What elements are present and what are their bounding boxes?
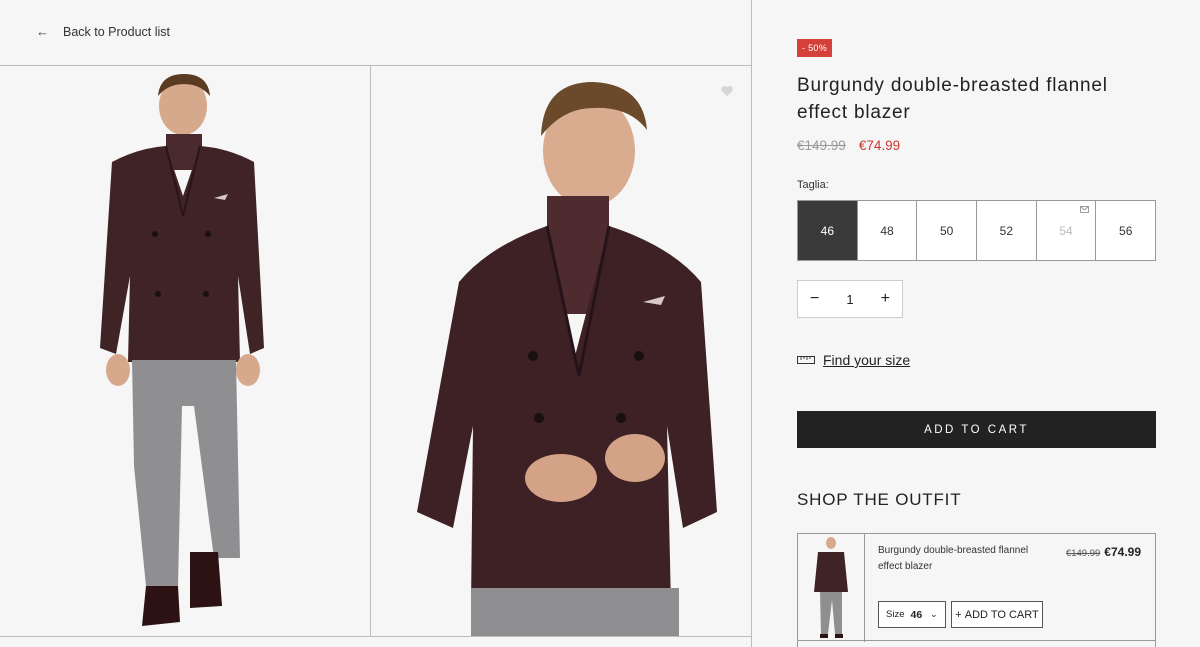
model-full-illustration [100, 74, 264, 626]
outfit-item-next [797, 640, 1156, 647]
product-image-full-length[interactable] [0, 66, 371, 636]
increment-button[interactable]: + [881, 290, 890, 308]
size-option-46[interactable]: 46 [798, 201, 858, 260]
size-option-52[interactable]: 52 [977, 201, 1037, 260]
add-to-cart-button[interactable]: ADD TO CART [797, 411, 1156, 448]
ruler-icon [797, 356, 815, 364]
size-option-48[interactable]: 48 [857, 201, 918, 260]
outfit-item-info: Burgundy double-breasted flannel effect … [865, 534, 1155, 647]
price-block: €149.99 €74.99 [797, 138, 900, 153]
outfit-add-to-cart-button[interactable]: + ADD TO CART [951, 601, 1043, 628]
outfit-item-name: Burgundy double-breasted flannel effect … [878, 545, 1029, 572]
size-option-54-label: 54 [1059, 223, 1073, 238]
product-gallery [0, 65, 752, 637]
decrement-button[interactable]: − [810, 290, 819, 308]
back-link-label: Back to Product list [63, 24, 170, 39]
product-page: ← Back to Product list - 50% Burgundy do… [0, 0, 1200, 647]
outfit-sale-price: €74.99 [1104, 545, 1141, 559]
outfit-thumb-illustration [814, 537, 848, 638]
size-selector: 46 48 50 52 54 56 [797, 200, 1156, 261]
original-price: €149.99 [797, 138, 846, 153]
discount-badge: - 50% [797, 39, 833, 57]
find-size-row: Find your size [797, 352, 910, 368]
size-option-54[interactable]: 54 [1036, 201, 1097, 260]
envelope-icon [1080, 206, 1090, 213]
back-link[interactable]: ← Back to Product list [36, 24, 170, 39]
outfit-size-label: Size [886, 609, 905, 620]
model-close-up-illustration [417, 82, 717, 636]
product-details: - 50% Burgundy double-breasted flannel e… [753, 0, 1200, 647]
quantity-stepper: − 1 + [797, 280, 903, 318]
outfit-add-label: ADD TO CART [964, 608, 1039, 621]
arrow-left-icon: ← [36, 24, 49, 39]
chevron-down-icon: ⌄ [930, 609, 938, 619]
outfit-item-image[interactable] [798, 534, 865, 642]
size-label: Taglia: [797, 179, 829, 191]
gallery-panel: ← Back to Product list [0, 0, 752, 647]
outfit-original-price: €149.99 [1065, 548, 1101, 559]
size-option-50[interactable]: 50 [917, 201, 978, 260]
size-option-56[interactable]: 56 [1096, 201, 1156, 260]
quantity-value: 1 [846, 291, 854, 307]
sale-price: €74.99 [858, 138, 901, 153]
product-image-close-up[interactable] [371, 66, 752, 636]
find-your-size-link[interactable]: Find your size [823, 352, 910, 368]
outfit-size-value: 46 [910, 608, 923, 621]
heart-icon[interactable] [720, 84, 734, 98]
outfit-size-select[interactable]: Size 46 ⌄ [878, 601, 946, 628]
shop-the-outfit-heading: SHOP THE OUTFIT [797, 490, 962, 509]
plus-icon: + [955, 608, 962, 621]
product-title: Burgundy double-breasted flannel effect … [797, 75, 1108, 123]
outfit-item-prices: €149.99 €74.99 [1066, 545, 1141, 559]
outfit-item: Burgundy double-breasted flannel effect … [797, 533, 1156, 647]
